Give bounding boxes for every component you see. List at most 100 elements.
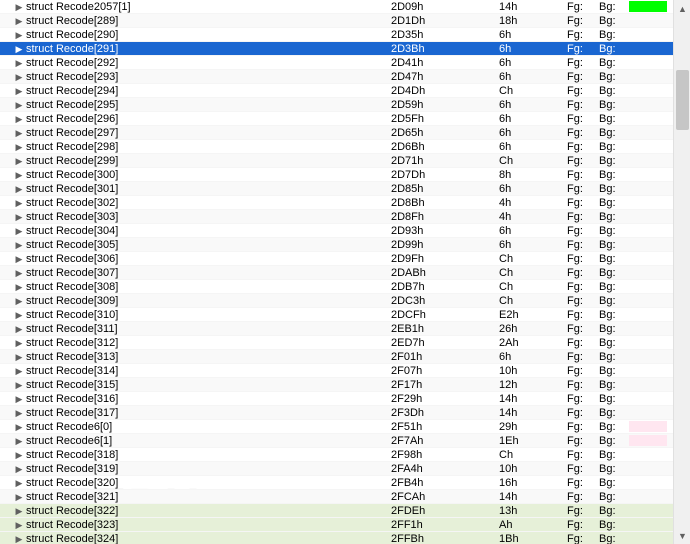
table-row[interactable]: ▶struct Recode[302]2D8Bh4hFg:Bg: <box>0 196 690 210</box>
table-row[interactable]: ▶struct Recode6[0]2F51h29hFg:Bg: <box>0 420 690 434</box>
expand-icon[interactable]: ▶ <box>14 350 24 364</box>
table-row[interactable]: ▶struct Recode[311]2EB1h26hFg:Bg: <box>0 322 690 336</box>
table-row[interactable]: ▶struct Recode[312]2ED7h2AhFg:Bg: <box>0 336 690 350</box>
name-cell[interactable]: ▶struct Recode[302] <box>0 196 391 210</box>
vertical-scrollbar[interactable]: ▲ ▼ <box>673 0 690 544</box>
expand-icon[interactable]: ▶ <box>14 98 24 112</box>
name-cell[interactable]: ▶struct Recode[309] <box>0 294 391 308</box>
name-cell[interactable]: ▶struct Recode[303] <box>0 210 391 224</box>
table-row[interactable]: ▶struct Recode[297]2D65h6hFg:Bg: <box>0 126 690 140</box>
name-cell[interactable]: ▶struct Recode[319] <box>0 462 391 476</box>
table-row[interactable]: ▶struct Recode[317]2F3Dh14hFg:Bg: <box>0 406 690 420</box>
expand-icon[interactable]: ▶ <box>14 392 24 406</box>
name-cell[interactable]: ▶struct Recode[296] <box>0 112 391 126</box>
expand-icon[interactable]: ▶ <box>14 280 24 294</box>
table-row[interactable]: ▶struct Recode[301]2D85h6hFg:Bg: <box>0 182 690 196</box>
table-row[interactable]: ▶struct Recode[299]2D71hChFg:Bg: <box>0 154 690 168</box>
name-cell[interactable]: ▶struct Recode[300] <box>0 168 391 182</box>
name-cell[interactable]: ▶struct Recode[316] <box>0 392 391 406</box>
expand-icon[interactable]: ▶ <box>14 28 24 42</box>
table-row[interactable]: ▶struct Recode[303]2D8Fh4hFg:Bg: <box>0 210 690 224</box>
expand-icon[interactable]: ▶ <box>14 532 24 544</box>
name-cell[interactable]: ▶struct Recode[313] <box>0 350 391 364</box>
table-row[interactable]: ▶struct Recode[308]2DB7hChFg:Bg: <box>0 280 690 294</box>
name-cell[interactable]: ▶struct Recode[320] <box>0 476 391 490</box>
expand-icon[interactable]: ▶ <box>14 224 24 238</box>
expand-icon[interactable]: ▶ <box>14 154 24 168</box>
expand-icon[interactable]: ▶ <box>14 140 24 154</box>
expand-icon[interactable]: ▶ <box>14 238 24 252</box>
table-row[interactable]: ▶struct Recode[323]2FF1hAhFg:Bg: <box>0 518 690 532</box>
expand-icon[interactable]: ▶ <box>14 252 24 266</box>
expand-icon[interactable]: ▶ <box>14 448 24 462</box>
table-row[interactable]: ▶struct Recode[319]2FA4h10hFg:Bg: <box>0 462 690 476</box>
expand-icon[interactable]: ▶ <box>14 168 24 182</box>
expand-icon[interactable]: ▶ <box>14 364 24 378</box>
name-cell[interactable]: ▶struct Recode[323] <box>0 518 391 532</box>
name-cell[interactable]: ▶struct Recode[293] <box>0 70 391 84</box>
expand-icon[interactable]: ▶ <box>14 476 24 490</box>
name-cell[interactable]: ▶struct Recode[324] <box>0 532 391 544</box>
table-row[interactable]: ▶struct Recode[310]2DCFhE2hFg:Bg: <box>0 308 690 322</box>
name-cell[interactable]: ▶struct Recode[310] <box>0 308 391 322</box>
name-cell[interactable]: ▶struct Recode[297] <box>0 126 391 140</box>
table-row[interactable]: ▶struct Recode[320]2FB4h16hFg:Bg: <box>0 476 690 490</box>
expand-icon[interactable]: ▶ <box>14 504 24 518</box>
table-row[interactable]: ▶struct Recode[313]2F01h6hFg:Bg: <box>0 350 690 364</box>
expand-icon[interactable]: ▶ <box>14 210 24 224</box>
expand-icon[interactable]: ▶ <box>14 56 24 70</box>
table-row[interactable]: ▶struct Recode[292]2D41h6hFg:Bg: <box>0 56 690 70</box>
expand-icon[interactable]: ▶ <box>14 420 24 434</box>
name-cell[interactable]: ▶struct Recode[318] <box>0 448 391 462</box>
table-row[interactable]: ▶struct Recode[318]2F98hChFg:Bg: <box>0 448 690 462</box>
expand-icon[interactable]: ▶ <box>14 378 24 392</box>
name-cell[interactable]: ▶struct Recode[312] <box>0 336 391 350</box>
expand-icon[interactable]: ▶ <box>14 196 24 210</box>
table-row[interactable]: ▶struct Recode[293]2D47h6hFg:Bg: <box>0 70 690 84</box>
table-row[interactable]: ▶struct Recode6[1]2F7Ah1EhFg:Bg: <box>0 434 690 448</box>
color-swatch[interactable] <box>629 421 667 432</box>
scroll-down-button[interactable]: ▼ <box>674 527 690 544</box>
name-cell[interactable]: ▶struct Recode[292] <box>0 56 391 70</box>
expand-icon[interactable]: ▶ <box>14 182 24 196</box>
name-cell[interactable]: ▶struct Recode[315] <box>0 378 391 392</box>
name-cell[interactable]: ▶struct Recode[290] <box>0 28 391 42</box>
name-cell[interactable]: ▶struct Recode[304] <box>0 224 391 238</box>
name-cell[interactable]: ▶struct Recode[314] <box>0 364 391 378</box>
expand-icon[interactable]: ▶ <box>14 336 24 350</box>
scroll-up-button[interactable]: ▲ <box>674 0 690 17</box>
color-swatch[interactable] <box>629 435 667 446</box>
expand-icon[interactable]: ▶ <box>14 112 24 126</box>
expand-icon[interactable]: ▶ <box>14 518 24 532</box>
table-row[interactable]: ▶struct Recode[315]2F17h12hFg:Bg: <box>0 378 690 392</box>
table-row[interactable]: ▶struct Recode2057[1]2D09h14hFg:Bg: <box>0 0 690 14</box>
expand-icon[interactable]: ▶ <box>14 322 24 336</box>
name-cell[interactable]: ▶struct Recode[295] <box>0 98 391 112</box>
expand-icon[interactable]: ▶ <box>14 14 24 28</box>
table-row[interactable]: ▶struct Recode[306]2D9FhChFg:Bg: <box>0 252 690 266</box>
expand-icon[interactable]: ▶ <box>14 308 24 322</box>
table-row[interactable]: ▶struct Recode[322]2FDEh13hFg:Bg: <box>0 504 690 518</box>
expand-icon[interactable]: ▶ <box>14 42 24 56</box>
name-cell[interactable]: ▶struct Recode6[0] <box>0 420 391 434</box>
name-cell[interactable]: ▶struct Recode[321] <box>0 490 391 504</box>
name-cell[interactable]: ▶struct Recode[291] <box>0 42 391 56</box>
table-row[interactable]: ▶struct Recode[305]2D99h6hFg:Bg: <box>0 238 690 252</box>
table-row[interactable]: ▶struct Recode[304]2D93h6hFg:Bg: <box>0 224 690 238</box>
name-cell[interactable]: ▶struct Recode[294] <box>0 84 391 98</box>
table-row[interactable]: ▶struct Recode[321]2FCAh14hFg:Bg: <box>0 490 690 504</box>
expand-icon[interactable]: ▶ <box>14 490 24 504</box>
name-cell[interactable]: ▶struct Recode[299] <box>0 154 391 168</box>
expand-icon[interactable]: ▶ <box>14 294 24 308</box>
table-row[interactable]: ▶struct Recode[314]2F07h10hFg:Bg: <box>0 364 690 378</box>
name-cell[interactable]: ▶struct Recode[307] <box>0 266 391 280</box>
table-row[interactable]: ▶struct Recode[298]2D6Bh6hFg:Bg: <box>0 140 690 154</box>
table-row[interactable]: ▶struct Recode[300]2D7Dh8hFg:Bg: <box>0 168 690 182</box>
table-row[interactable]: ▶struct Recode[316]2F29h14hFg:Bg: <box>0 392 690 406</box>
expand-icon[interactable]: ▶ <box>14 462 24 476</box>
table-row[interactable]: ▶struct Recode[291]2D3Bh6hFg:Bg: <box>0 42 690 56</box>
struct-tree-table[interactable]: ▶struct Recode2057[1]2D09h14hFg:Bg: ▶stru… <box>0 0 690 544</box>
color-swatch[interactable] <box>629 1 667 12</box>
expand-icon[interactable]: ▶ <box>14 70 24 84</box>
expand-icon[interactable]: ▶ <box>14 406 24 420</box>
